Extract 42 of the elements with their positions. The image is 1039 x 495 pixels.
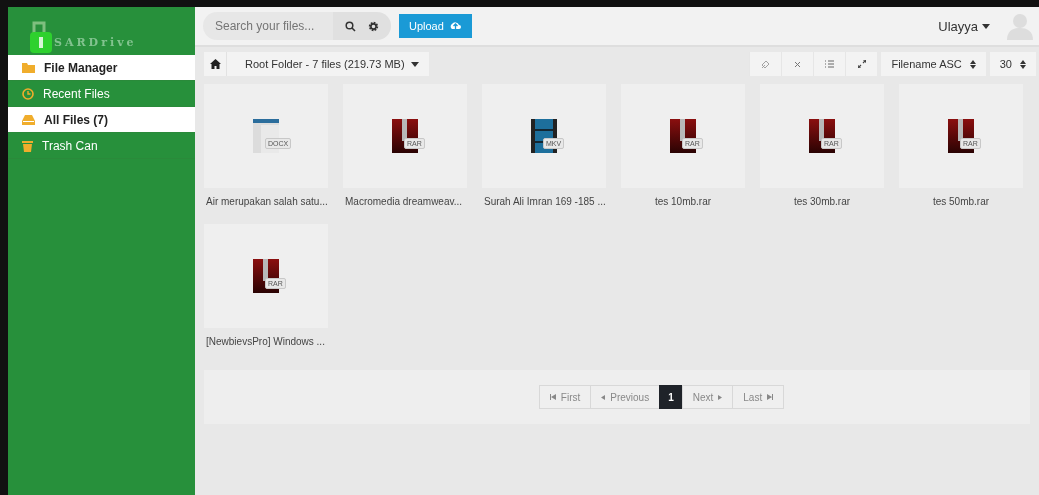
sidebar-item[interactable]: File Manager [8, 55, 195, 81]
trash-icon [22, 139, 33, 152]
next-icon [718, 394, 723, 400]
logo-text: SARDrive [54, 36, 137, 49]
user-menu[interactable]: Ulayya [932, 17, 996, 35]
prev-icon [601, 394, 606, 400]
close-icon [794, 60, 802, 68]
file-name[interactable]: Macromedia dreamweav... [343, 188, 463, 222]
sort-icon [969, 59, 976, 69]
per-page-dropdown[interactable]: 30 [989, 52, 1036, 76]
link-icon [761, 59, 771, 69]
folder-icon [22, 62, 35, 73]
search-button-group[interactable] [333, 12, 391, 40]
cloud-upload-icon [448, 21, 462, 31]
expand-icon [857, 60, 866, 68]
file-name[interactable]: tes 50mb.rar [932, 188, 990, 222]
sidebar-label: All Files (7) [44, 112, 108, 127]
sidebar-label: Recent Files [43, 86, 110, 101]
search-field[interactable]: Search your files... [203, 12, 333, 40]
page-button[interactable]: 1 [659, 385, 683, 409]
sidebar-item[interactable]: All Files (7) [8, 107, 195, 133]
caret-icon [410, 61, 419, 67]
clock-icon [22, 87, 34, 100]
sidebar-label: Trash Can [42, 138, 98, 153]
file-name[interactable]: Air merupakan salah satu... [204, 188, 328, 222]
file-name[interactable]: tes 10mb.rar [654, 188, 712, 222]
sort-dropdown[interactable]: Filename ASC [881, 52, 986, 76]
lock-icon [30, 19, 52, 53]
home-icon [209, 59, 221, 69]
first-page-icon [549, 394, 556, 400]
file-name[interactable]: [NewbievsPro] Windows ... [204, 328, 325, 362]
drive-icon [22, 114, 35, 125]
search-icon[interactable] [345, 20, 356, 32]
sidebar-item[interactable]: Trash Can [8, 133, 195, 159]
list-icon [825, 60, 835, 68]
caret-icon [982, 23, 990, 29]
last-page-icon [767, 394, 774, 400]
file-name[interactable]: tes 30mb.rar [793, 188, 851, 222]
file-name[interactable]: Surah Ali Imran 169 -185 ... [482, 188, 606, 222]
sidebar-label: File Manager [44, 60, 118, 75]
sort-icon [1020, 59, 1026, 69]
settings-icon[interactable] [368, 20, 379, 32]
